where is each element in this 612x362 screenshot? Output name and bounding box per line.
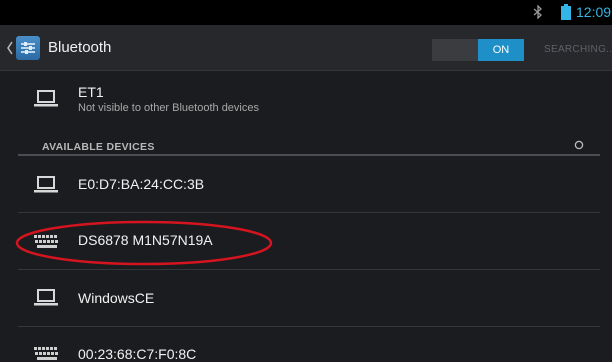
back-chevron-icon[interactable]: [6, 39, 14, 57]
device-name: WindowsCE: [78, 290, 155, 306]
paired-device-subtitle: Not visible to other Bluetooth devices: [78, 102, 259, 114]
section-divider: [18, 154, 600, 156]
bluetooth-icon: [533, 5, 542, 19]
toggle-on-label: ON: [478, 39, 524, 61]
clock: 12:09: [576, 4, 612, 20]
paired-device-name: ET1: [78, 84, 104, 100]
keyboard-icon: [34, 347, 58, 360]
bluetooth-toggle[interactable]: ON: [432, 39, 524, 61]
action-bar: Bluetooth ON SEARCHING...: [0, 25, 612, 71]
red-highlight-ellipse: [15, 220, 273, 266]
searching-button[interactable]: SEARCHING...: [544, 44, 612, 55]
device-name: E0:D7:BA:24:CC:3B: [78, 176, 205, 192]
laptop-icon: [34, 90, 58, 107]
battery-icon: [561, 4, 571, 20]
status-bar: 12:09: [0, 0, 612, 25]
laptop-icon: [34, 176, 58, 193]
laptop-icon: [34, 289, 58, 306]
page-title: Bluetooth: [48, 39, 112, 56]
searching-spinner-icon: [574, 140, 584, 150]
available-devices-header: AVAILABLE DEVICES: [42, 141, 155, 153]
settings-app-icon[interactable]: [16, 36, 40, 60]
device-name: 00:23:68:C7:F0:8C: [78, 346, 197, 362]
